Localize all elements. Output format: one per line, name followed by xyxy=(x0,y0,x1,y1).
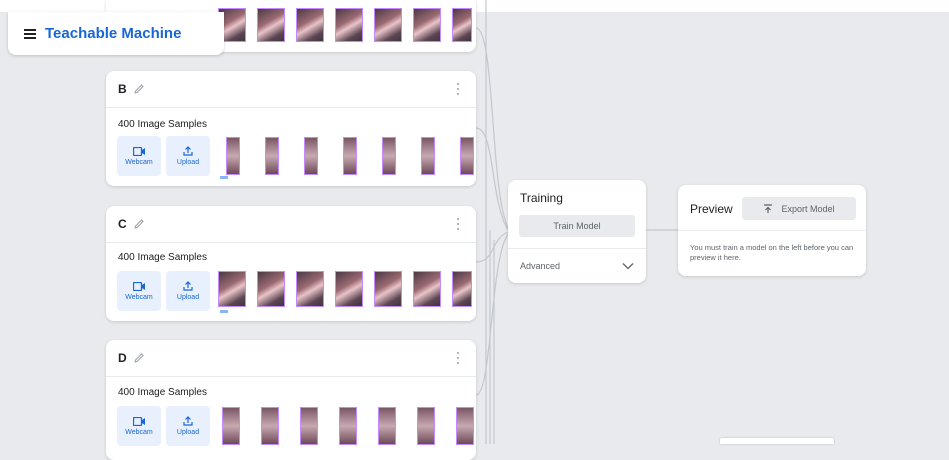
webcam-icon xyxy=(133,146,145,156)
sample-count: 400 Image Samples xyxy=(118,252,207,263)
class-card-c: C 400 Image Samples Webcam Upload xyxy=(106,206,476,321)
upload-label: Upload xyxy=(176,159,200,166)
sample-thumbnail[interactable] xyxy=(382,137,396,175)
app-title[interactable]: Teachable Machine xyxy=(45,25,181,42)
sample-thumbnail[interactable] xyxy=(413,271,441,307)
sample-count: 400 Image Samples xyxy=(118,119,207,130)
webcam-button[interactable]: Webcam xyxy=(117,271,161,311)
more-options-icon[interactable] xyxy=(457,83,460,95)
pencil-icon[interactable] xyxy=(133,352,145,364)
sample-thumbnail[interactable] xyxy=(339,407,357,445)
webcam-label: Webcam xyxy=(125,293,153,301)
sample-thumbnail[interactable] xyxy=(413,8,441,42)
sample-thumbnail[interactable] xyxy=(335,271,363,307)
webcam-label: Webcam xyxy=(125,158,153,166)
training-panel: Training Train Model Advanced xyxy=(508,180,646,283)
more-options-icon[interactable] xyxy=(457,352,460,364)
sample-thumbnail[interactable] xyxy=(343,137,357,175)
webcam-icon xyxy=(133,281,145,291)
upload-button[interactable]: Upload xyxy=(166,406,210,446)
sample-thumbnails xyxy=(226,137,476,175)
sample-thumbnail[interactable] xyxy=(296,271,324,307)
train-model-button[interactable]: Train Model xyxy=(519,215,635,237)
pencil-icon[interactable] xyxy=(133,83,145,95)
divider xyxy=(678,230,866,231)
chevron-down-icon[interactable] xyxy=(622,262,634,270)
app-bar: Teachable Machine xyxy=(8,12,224,55)
thumbnail-scrollbar[interactable] xyxy=(220,310,228,313)
upload-icon xyxy=(183,281,193,291)
sample-thumbnail[interactable] xyxy=(257,271,285,307)
hamburger-menu-icon[interactable] xyxy=(24,28,38,39)
export-model-label: Export Model xyxy=(781,203,835,214)
sample-thumbnail[interactable] xyxy=(374,8,402,42)
sample-thumbnail[interactable] xyxy=(257,8,285,42)
sample-thumbnail[interactable] xyxy=(421,137,435,175)
sample-thumbnail[interactable] xyxy=(218,271,246,307)
upload-button[interactable]: Upload xyxy=(166,136,210,176)
sample-thumbnail[interactable] xyxy=(452,271,472,307)
sample-thumbnails xyxy=(218,271,476,307)
class-card-header: B xyxy=(106,71,476,108)
upload-label: Upload xyxy=(176,294,200,301)
export-icon xyxy=(764,203,773,213)
preview-title: Preview xyxy=(690,202,733,216)
sample-thumbnail[interactable] xyxy=(226,137,240,175)
sample-thumbnail[interactable] xyxy=(374,271,402,307)
sample-count: 400 Image Samples xyxy=(118,387,207,398)
preview-panel: Preview Export Model You must train a mo… xyxy=(678,185,866,276)
sample-thumbnails xyxy=(218,8,476,42)
class-name[interactable]: D xyxy=(118,351,127,365)
class-name[interactable]: B xyxy=(118,82,127,96)
advanced-toggle-label[interactable]: Advanced xyxy=(520,261,560,271)
sample-thumbnail[interactable] xyxy=(265,137,279,175)
divider xyxy=(508,248,646,249)
more-options-icon[interactable] xyxy=(457,218,460,230)
training-title: Training xyxy=(520,191,563,205)
webcam-button[interactable]: Webcam xyxy=(117,136,161,176)
class-card-header: C xyxy=(106,206,476,243)
sample-thumbnail[interactable] xyxy=(304,137,318,175)
sample-thumbnail[interactable] xyxy=(452,8,472,42)
class-card-b: B 400 Image Samples Webcam Upload xyxy=(106,71,476,186)
sample-thumbnail[interactable] xyxy=(456,407,474,445)
upload-button[interactable]: Upload xyxy=(166,271,210,311)
upload-icon xyxy=(183,146,193,156)
sample-thumbnails xyxy=(222,407,474,445)
class-name[interactable]: C xyxy=(118,217,127,231)
class-card-d: D 400 Image Samples Webcam Upload xyxy=(106,340,476,460)
sample-thumbnail[interactable] xyxy=(417,407,435,445)
webcam-label: Webcam xyxy=(125,428,153,436)
sample-thumbnail[interactable] xyxy=(460,137,474,175)
sample-thumbnail[interactable] xyxy=(378,407,396,445)
export-model-button[interactable]: Export Model xyxy=(742,197,856,220)
webcam-icon xyxy=(133,416,145,426)
sample-thumbnail[interactable] xyxy=(300,407,318,445)
preview-message: You must train a model on the left befor… xyxy=(690,243,854,262)
upload-icon xyxy=(183,416,193,426)
bottom-panel-edge xyxy=(720,438,834,444)
sample-thumbnail[interactable] xyxy=(296,8,324,42)
sample-thumbnail[interactable] xyxy=(261,407,279,445)
sample-thumbnail[interactable] xyxy=(335,8,363,42)
class-card-header: D xyxy=(106,340,476,377)
thumbnail-scrollbar[interactable] xyxy=(220,176,228,179)
webcam-button[interactable]: Webcam xyxy=(117,406,161,446)
sample-thumbnail[interactable] xyxy=(222,407,240,445)
upload-label: Upload xyxy=(176,429,200,436)
pencil-icon[interactable] xyxy=(133,218,145,230)
